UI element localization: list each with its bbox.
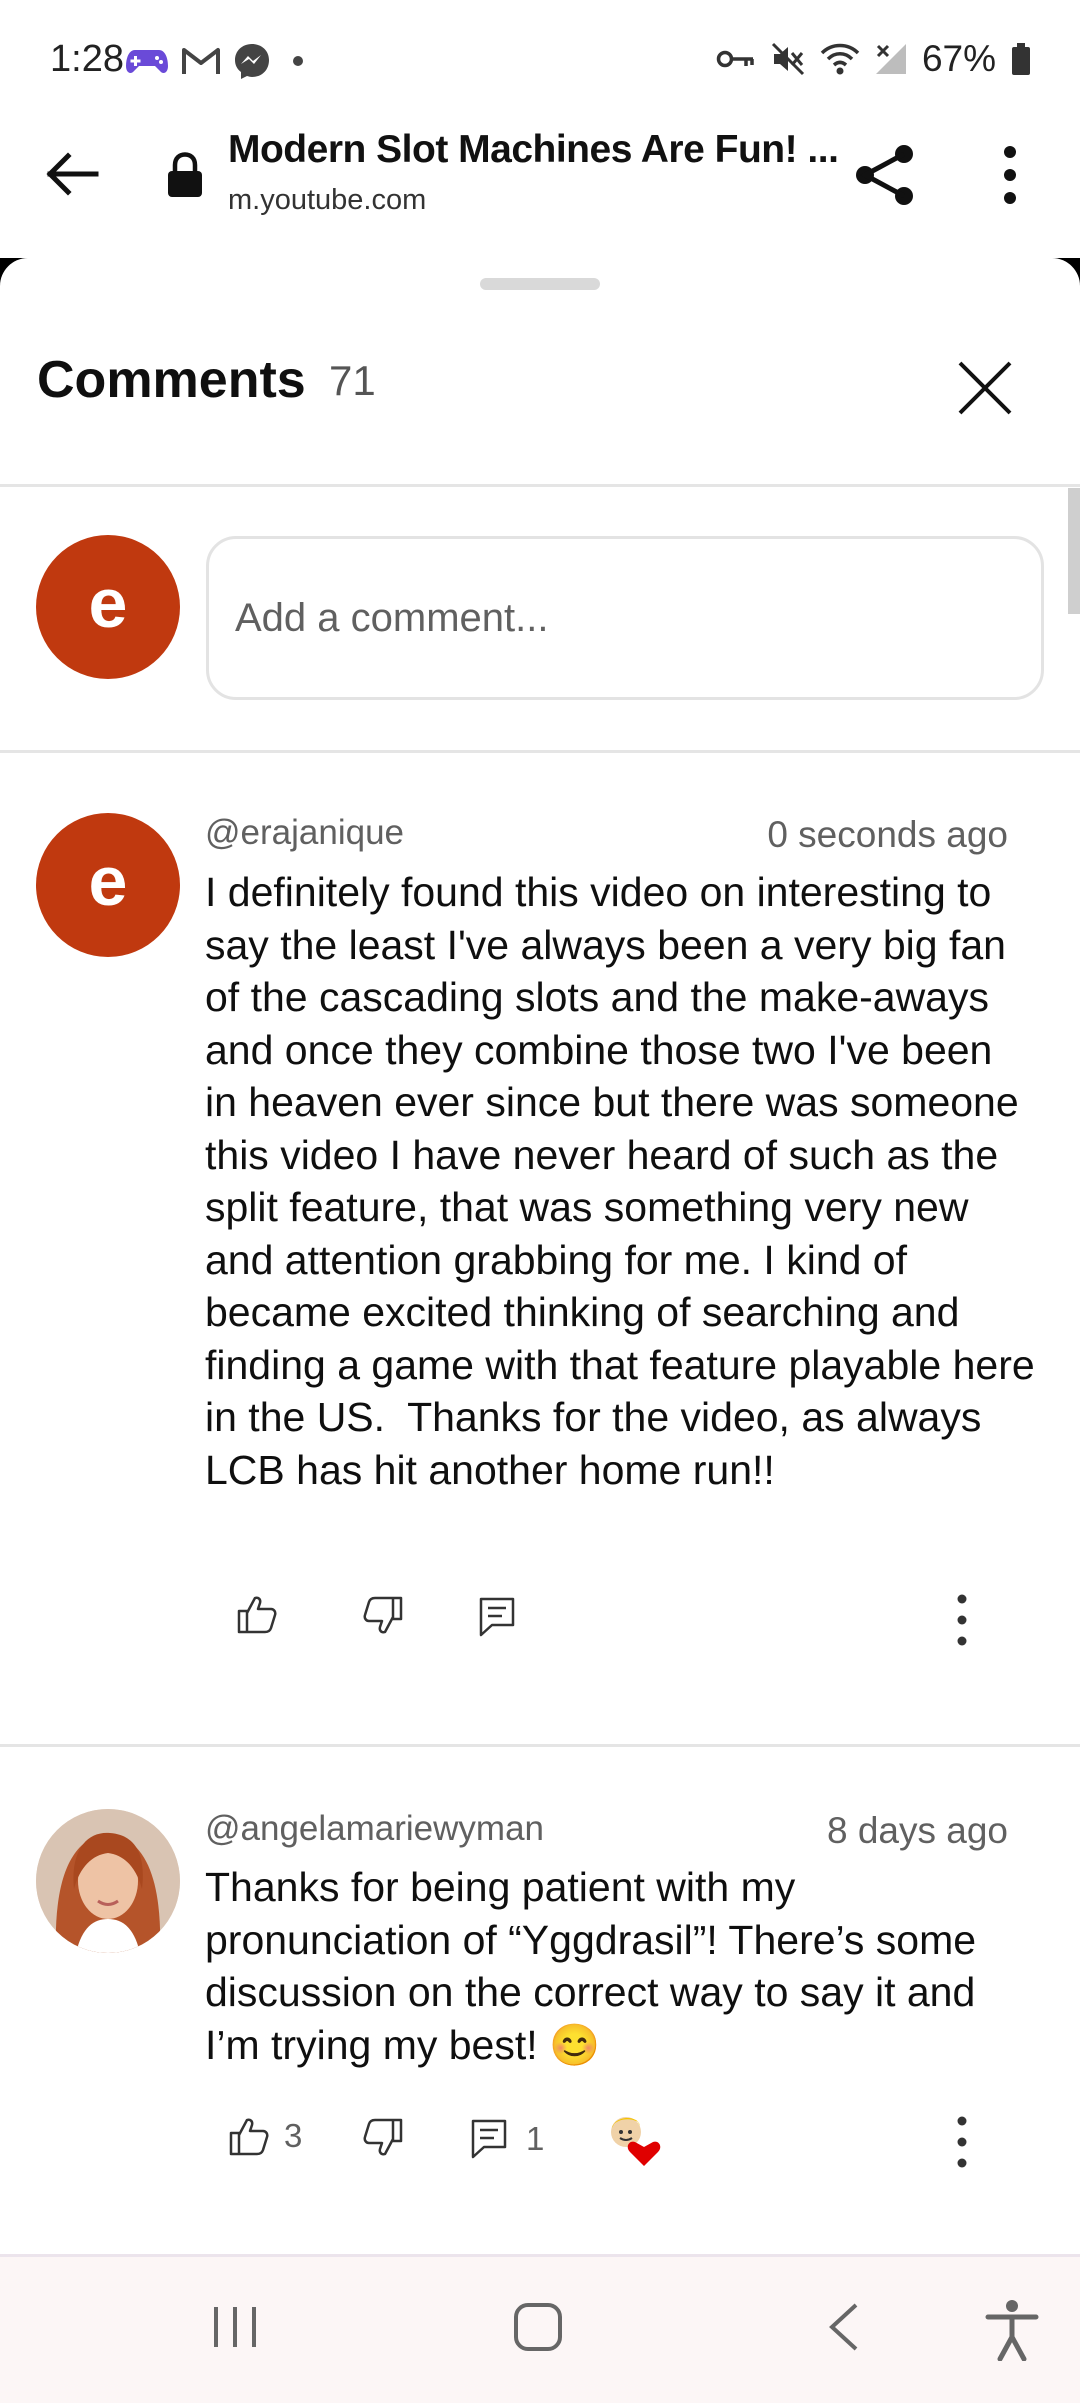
reply-button[interactable]: 1 bbox=[470, 2118, 544, 2160]
current-user-avatar: e bbox=[36, 535, 180, 679]
home-icon[interactable] bbox=[510, 2297, 570, 2357]
creator-heart-icon bbox=[611, 2117, 661, 2166]
comments-sheet: Comments 71 e e @erajanique 0 seconds ag… bbox=[0, 258, 1080, 2252]
wifi-icon bbox=[820, 43, 860, 75]
comment-timestamp: 0 seconds ago bbox=[767, 814, 1008, 855]
back-icon[interactable] bbox=[820, 2297, 870, 2357]
lock-icon[interactable] bbox=[166, 152, 204, 198]
recents-icon[interactable] bbox=[210, 2297, 260, 2357]
vpn-key-icon bbox=[716, 50, 754, 68]
accessibility-icon[interactable] bbox=[982, 2297, 1042, 2361]
thumbs-up-icon bbox=[237, 1596, 277, 1634]
comment-timestamp: 8 days ago bbox=[826, 1810, 1008, 1851]
comment-avatar[interactable]: e bbox=[36, 813, 180, 957]
comments-title: Comments bbox=[37, 351, 306, 409]
dot-icon bbox=[293, 56, 303, 66]
dislike-button[interactable] bbox=[362, 1596, 404, 1636]
reply-count: 1 bbox=[526, 2120, 545, 2157]
comment-text: I definitely found this video on interes… bbox=[205, 869, 1047, 1493]
mute-icon bbox=[771, 42, 804, 76]
avatar-initial: e bbox=[88, 564, 128, 642]
like-count: 3 bbox=[284, 2117, 303, 2154]
reply-comment-icon bbox=[471, 2119, 507, 2159]
status-time: 1:28 bbox=[50, 38, 124, 80]
more-vertical-icon[interactable] bbox=[990, 140, 1030, 210]
page-title[interactable]: Modern Slot Machines Are Fun! ... bbox=[228, 128, 839, 172]
comment-more-icon[interactable] bbox=[944, 1592, 980, 1648]
comment-author[interactable]: @erajanique bbox=[205, 813, 404, 853]
no-signal-icon bbox=[875, 44, 906, 74]
status-bar: 1:28 67% bbox=[0, 0, 1080, 120]
input-divider bbox=[0, 750, 1080, 753]
like-button[interactable] bbox=[236, 1594, 278, 1634]
thumbs-up-icon bbox=[229, 2118, 269, 2156]
comments-count: 71 bbox=[329, 357, 376, 404]
reply-button[interactable] bbox=[478, 1596, 516, 1638]
person-photo-avatar bbox=[36, 1809, 180, 1953]
page-url[interactable]: m.youtube.com bbox=[228, 184, 426, 217]
drag-handle[interactable] bbox=[480, 278, 600, 290]
gmail-icon bbox=[182, 48, 220, 74]
comment-text: Thanks for being patient with my pronunc… bbox=[205, 1864, 988, 2068]
photo-avatar[interactable] bbox=[36, 1809, 180, 1953]
dislike-button[interactable] bbox=[362, 2118, 404, 2158]
browser-bar: Modern Slot Machines Are Fun! ... m.yout… bbox=[0, 120, 1080, 261]
battery-percent: 67% bbox=[921, 38, 996, 79]
status-app-icons bbox=[125, 42, 313, 80]
share-icon[interactable] bbox=[850, 140, 920, 210]
avatar-initial: e bbox=[88, 842, 128, 920]
comment-divider bbox=[0, 1744, 1080, 1747]
battery-icon bbox=[1012, 43, 1030, 75]
comment-more-icon[interactable] bbox=[944, 2114, 980, 2170]
status-system-icons: 67% bbox=[716, 38, 1032, 80]
gamepad-icon bbox=[126, 50, 168, 74]
scrollbar-thumb[interactable] bbox=[1068, 488, 1080, 614]
thumbs-down-icon bbox=[363, 2118, 403, 2156]
add-comment-input[interactable] bbox=[206, 536, 1044, 700]
messenger-icon bbox=[235, 44, 269, 79]
comment-author[interactable]: @angelamariewyman bbox=[205, 1809, 544, 1849]
like-button[interactable]: 3 bbox=[228, 2116, 302, 2156]
header-divider bbox=[0, 484, 1080, 487]
thumbs-down-icon bbox=[363, 1596, 403, 1634]
reply-comment-icon bbox=[479, 1597, 515, 1637]
back-arrow-icon[interactable] bbox=[42, 144, 102, 204]
close-icon[interactable] bbox=[950, 353, 1020, 423]
system-nav-bar bbox=[0, 2254, 1080, 2403]
